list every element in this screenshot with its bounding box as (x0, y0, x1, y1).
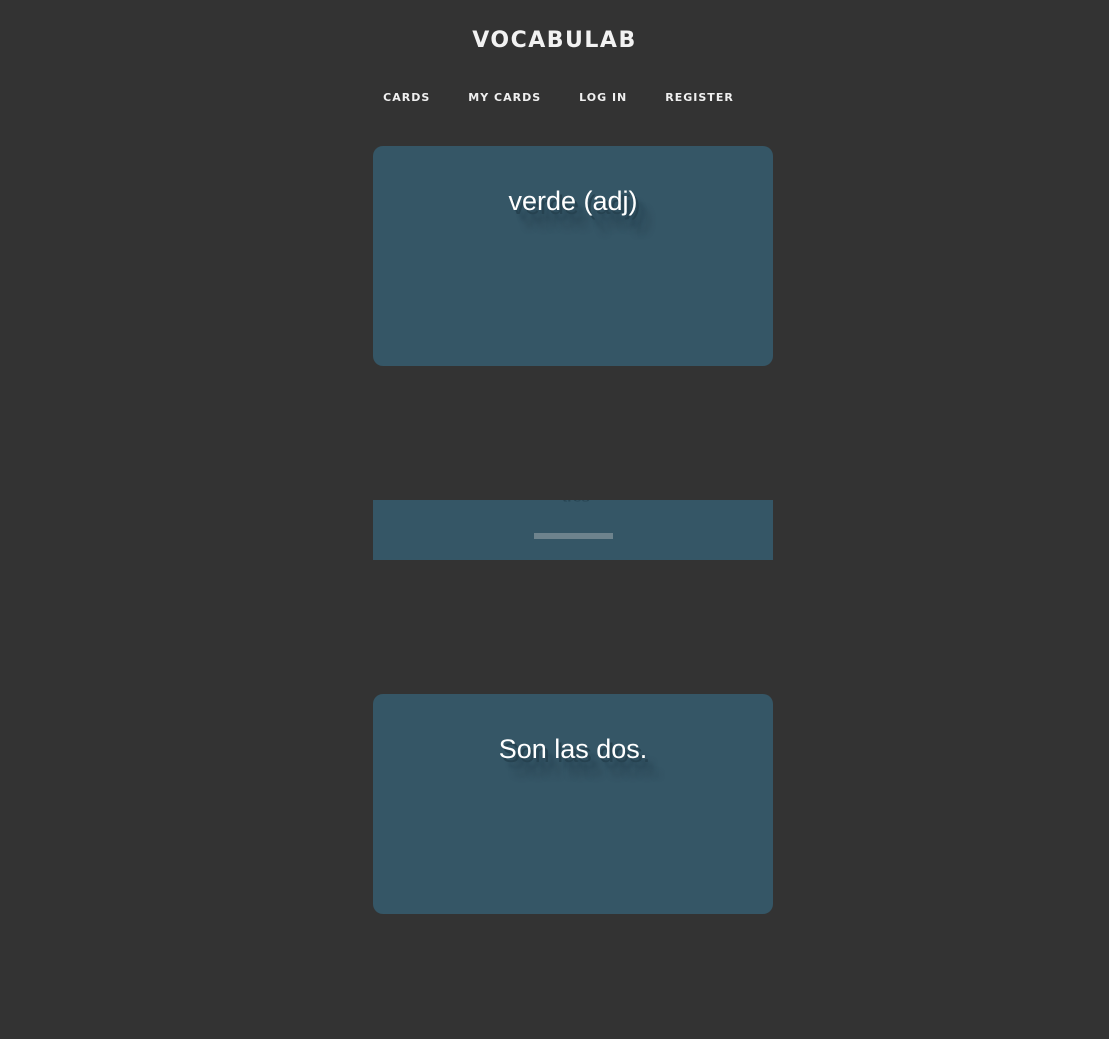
main-nav: CARDS MY CARDS LOG IN REGISTER (0, 90, 1109, 106)
nav-cards[interactable]: CARDS (383, 90, 430, 106)
flashcard[interactable]: verde (adj) (373, 146, 773, 366)
brand-logo[interactable]: VOCABULAB (0, 28, 1109, 53)
nav-my-cards[interactable]: MY CARDS (468, 90, 541, 106)
flashcard-flipping[interactable]: tres (373, 500, 773, 560)
card-word: verde (adj) (508, 186, 638, 216)
card-word: tres (373, 500, 773, 503)
card-flip-highlight (534, 533, 613, 539)
page: VOCABULAB CARDS MY CARDS LOG IN REGISTER… (0, 0, 1109, 1039)
card-word: Son las dos. (498, 734, 648, 764)
nav-log-in[interactable]: LOG IN (579, 90, 627, 106)
nav-register[interactable]: REGISTER (665, 90, 734, 106)
flashcard[interactable]: Son las dos. (373, 694, 773, 914)
